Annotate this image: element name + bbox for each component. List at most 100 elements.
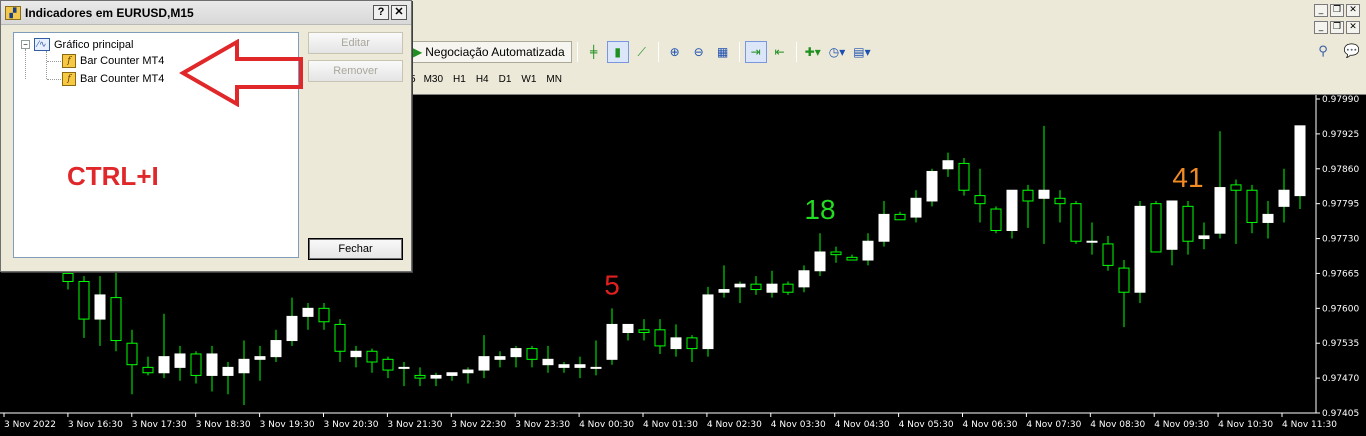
time-label: 3 Nov 17:30 <box>132 420 187 430</box>
dialog-titlebar[interactable]: ▞ Indicadores em EURUSD,M15 ? ✕ <box>1 1 411 25</box>
candle-body <box>414 374 426 379</box>
timeframe-mn[interactable]: MN <box>541 71 567 89</box>
dialog-close-button[interactable]: ✕ <box>391 5 407 20</box>
time-label: 3 Nov 20:30 <box>324 420 379 430</box>
candle-body <box>366 350 378 363</box>
time-label: 4 Nov 05:30 <box>899 420 954 430</box>
minimize-icon[interactable]: _ <box>1314 4 1328 17</box>
remove-button[interactable]: Remover <box>308 60 403 82</box>
main-toolbar: ▶ Negociação Automatizada ╪ ▮ ⟋ ⊕ ⊖ ▦ ⇥ … <box>410 40 874 64</box>
tree-item-indicator[interactable]: f Bar Counter MT4 <box>62 54 164 68</box>
tree-item-indicator[interactable]: f Bar Counter MT4 <box>62 72 164 86</box>
timeframe-m30[interactable]: M30 <box>419 71 448 89</box>
zoom-in-icon[interactable]: ⊕ <box>664 41 686 63</box>
chart-window-icon: ⁄∿ <box>34 38 50 51</box>
candle-body <box>766 283 778 293</box>
timeframe-toolbar: 5 M30 H1 H4 D1 W1 MN <box>410 71 567 89</box>
templates-icon[interactable]: ▤▾ <box>850 41 873 63</box>
help-button[interactable]: ? <box>373 5 389 20</box>
time-label: 4 Nov 08:30 <box>1090 420 1145 430</box>
zoom-out-icon[interactable]: ⊖ <box>688 41 710 63</box>
price-label: 0.97860 <box>1322 165 1359 175</box>
tree-connector <box>46 51 47 79</box>
chat-icon[interactable]: 💬 <box>1344 44 1360 59</box>
time-label: 4 Nov 00:30 <box>579 420 634 430</box>
candle-body <box>638 329 650 333</box>
bar-chart-icon[interactable]: ╪ <box>583 41 605 63</box>
candle-body <box>142 366 154 374</box>
toolbar-separator <box>657 42 659 62</box>
tree-connector <box>25 49 26 79</box>
time-label: 3 Nov 22:30 <box>451 420 506 430</box>
restore-icon[interactable]: ❐ <box>1330 4 1344 17</box>
candle-body <box>1182 205 1194 242</box>
autoscroll-icon[interactable]: ⇥ <box>744 41 767 63</box>
candle-body <box>1198 235 1210 240</box>
time-label: 4 Nov 02:30 <box>707 420 762 430</box>
candle-body <box>462 369 474 374</box>
candle-body <box>846 256 858 261</box>
price-label: 0.97665 <box>1322 269 1359 279</box>
close-icon[interactable]: ✕ <box>1346 21 1360 34</box>
candle-body <box>734 283 746 288</box>
periods-clock-icon[interactable]: ◷▾ <box>826 41 849 63</box>
restore-icon[interactable]: ❐ <box>1330 21 1344 34</box>
candle-body <box>894 213 906 221</box>
candle-body <box>174 353 186 368</box>
candle-body <box>1150 203 1162 253</box>
candle-body <box>990 208 1002 232</box>
candle-body <box>446 372 458 376</box>
bar-count-label: 18 <box>804 194 835 225</box>
candle-body <box>574 364 586 368</box>
time-label: 4 Nov 04:30 <box>835 420 890 430</box>
candle-body <box>1022 189 1034 202</box>
indicator-label: Bar Counter MT4 <box>80 55 165 67</box>
candle-body <box>926 170 938 202</box>
indicators-dialog: ▞ Indicadores em EURUSD,M15 ? ✕ − ⁄∿ Grá… <box>0 0 412 272</box>
candle-body <box>1134 205 1146 293</box>
candle-body <box>1166 200 1178 250</box>
price-label: 0.97925 <box>1322 130 1359 140</box>
time-label: 4 Nov 10:30 <box>1218 420 1273 430</box>
line-chart-icon[interactable]: ⟋ <box>631 41 653 63</box>
timeframe-h4[interactable]: H4 <box>471 71 494 89</box>
chart-window-controls: _ ❐ ✕ <box>1314 21 1360 34</box>
candle-body <box>286 315 298 342</box>
toolbar-separator <box>795 42 797 62</box>
edit-button[interactable]: Editar <box>308 32 403 54</box>
timeframe-w1[interactable]: W1 <box>516 71 541 89</box>
tile-windows-icon[interactable]: ▦ <box>712 41 734 63</box>
toolbar-separator <box>738 42 740 62</box>
time-label: 3 Nov 16:30 <box>68 420 123 430</box>
candle-body <box>718 289 730 293</box>
custom-indicator-icon: f <box>62 72 76 86</box>
candle-body <box>1214 187 1226 234</box>
candle-body <box>334 323 346 352</box>
price-label: 0.97470 <box>1322 374 1359 384</box>
minimize-icon[interactable]: _ <box>1314 21 1328 34</box>
price-label: 0.97990 <box>1322 95 1359 105</box>
auto-trading-button[interactable]: ▶ Negociação Automatizada <box>410 41 572 63</box>
candle-body <box>318 307 330 323</box>
close-button[interactable]: Fechar <box>308 238 403 260</box>
timeframe-d1[interactable]: D1 <box>494 71 517 89</box>
search-icon[interactable]: ⚲ <box>1318 44 1328 59</box>
candlestick-chart-icon[interactable]: ▮ <box>606 41 629 63</box>
time-label: 4 Nov 06:30 <box>963 420 1018 430</box>
collapse-icon[interactable]: − <box>21 40 30 49</box>
candle-body <box>206 353 218 376</box>
add-indicator-icon[interactable]: ✚▾ <box>802 41 824 63</box>
timeframe-h1[interactable]: H1 <box>448 71 471 89</box>
time-label: 3 Nov 2022 <box>4 420 56 430</box>
candle-body <box>974 195 986 205</box>
time-label: 4 Nov 09:30 <box>1154 420 1209 430</box>
tree-item-main-chart[interactable]: − ⁄∿ Gráfico principal <box>21 38 133 51</box>
candle-body <box>254 356 266 360</box>
time-label: 3 Nov 21:30 <box>387 420 442 430</box>
metatrader-window: _ ❐ ✕ _ ❐ ✕ ▶ Negociação Automatizada ╪ … <box>0 0 1366 436</box>
candle-body <box>798 270 810 288</box>
candle-body <box>1246 189 1258 223</box>
close-icon[interactable]: ✕ <box>1346 4 1360 17</box>
candle-body <box>590 366 602 369</box>
chart-shift-icon[interactable]: ⇤ <box>769 41 791 63</box>
